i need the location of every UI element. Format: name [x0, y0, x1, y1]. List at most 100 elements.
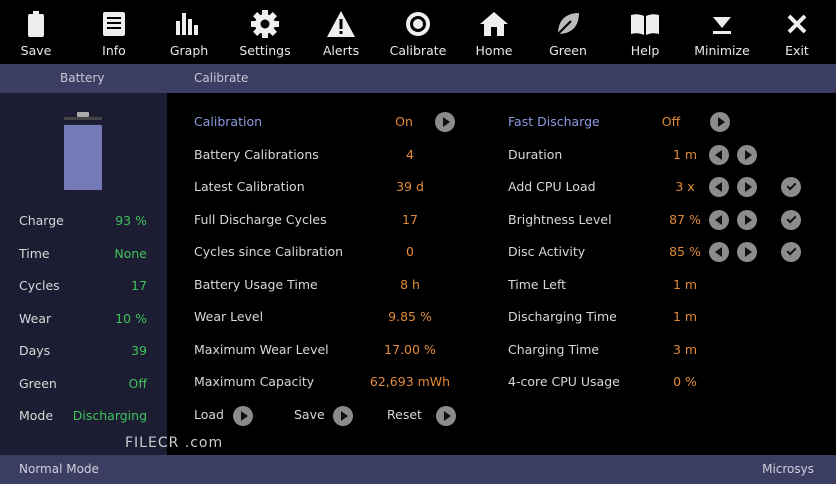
calibrate-value: 4 [406, 146, 414, 162]
save-button[interactable] [333, 406, 353, 426]
stat-charge: Charge 93 % [19, 213, 147, 228]
calibrate-label: Maximum Wear Level [194, 341, 329, 357]
stat-green: Green Off [19, 376, 147, 391]
calibrate-value: 17 [402, 211, 418, 227]
increase-button[interactable] [737, 242, 757, 262]
discharge-label: Add CPU Load [508, 179, 596, 194]
discharge-label: 4-core CPU Usage [508, 374, 620, 389]
tab-battery[interactable]: Battery [60, 71, 104, 85]
enable-checkbox[interactable] [781, 242, 801, 262]
toolbar-calibrate-button[interactable]: Calibrate [380, 0, 456, 64]
load-label: Load [194, 407, 224, 422]
toolbar-minimize-button[interactable]: Minimize [684, 0, 760, 64]
status-bar: Normal Mode Microsys [0, 455, 836, 484]
decrease-button[interactable] [709, 209, 729, 230]
tab-calibrate[interactable]: Calibrate [194, 71, 248, 85]
discharge-value: 1 m [672, 276, 698, 292]
decrease-button[interactable] [709, 144, 729, 165]
stat-value: 10 % [115, 310, 147, 326]
reset-button[interactable] [436, 406, 456, 426]
close-icon [759, 10, 835, 38]
target-icon [380, 10, 456, 38]
increase-button[interactable] [737, 177, 757, 197]
check-icon [786, 245, 796, 256]
warning-icon [303, 10, 379, 38]
play-icon [744, 214, 752, 225]
enable-checkbox[interactable] [781, 177, 801, 197]
discharge-label: Brightness Level [508, 211, 612, 227]
stat-label: Cycles [19, 278, 60, 293]
calibrate-label: Latest Calibration [194, 179, 305, 194]
discharge-label: Duration [508, 146, 563, 162]
stat-wear: Wear 10 % [19, 311, 147, 326]
back-icon [714, 182, 722, 192]
back-icon [714, 214, 722, 225]
back-icon [714, 149, 722, 160]
toolbar-info-button[interactable]: Info [76, 0, 152, 64]
battery-panel: Charge 93 % Time None Cycles 17 Wear 10 % Days 39… [0, 93, 167, 455]
decrease-button[interactable] [709, 242, 729, 262]
back-icon [714, 247, 722, 257]
toolbar-help-button[interactable]: Help [607, 0, 683, 64]
toolbar-home-button[interactable]: Home [456, 0, 532, 64]
toolbar-exit-button[interactable]: Exit [759, 0, 835, 64]
stat-value: 93 % [115, 213, 147, 228]
toolbar-save-button[interactable]: Save [0, 0, 74, 64]
increase-button[interactable] [737, 144, 757, 165]
minimize-icon [684, 10, 760, 38]
stat-days: Days 39 [19, 343, 147, 358]
calibrate-value: 0 [406, 244, 414, 259]
stat-label: Mode [19, 408, 54, 423]
calibrate-label: Battery Calibrations [194, 146, 319, 162]
calibrate-label: Wear Level [194, 309, 264, 324]
play-icon [340, 411, 348, 421]
discharge-label: Time Left [508, 276, 567, 292]
play-icon [442, 117, 450, 127]
home-icon [456, 10, 532, 38]
play-icon [240, 411, 248, 421]
stat-label: Green [19, 375, 57, 391]
leaf-icon [530, 10, 606, 38]
fast-discharge-toggle-button[interactable] [710, 112, 730, 132]
enable-checkbox[interactable] [781, 209, 801, 230]
stat-value: Discharging [72, 408, 147, 423]
calibrate-label: Maximum Capacity [194, 374, 315, 389]
book-icon [607, 10, 683, 38]
calibration-toggle-button[interactable] [435, 112, 455, 132]
calibrate-value: 17.00 % [384, 341, 436, 357]
tab-bar: Battery Calibrate [0, 64, 836, 93]
stat-label: Time [19, 245, 50, 261]
calibrate-value: 9.85 % [388, 309, 432, 324]
play-icon [744, 247, 752, 257]
decrease-button[interactable] [709, 177, 729, 197]
toolbar-settings-button[interactable]: Settings [227, 0, 303, 64]
load-button[interactable] [233, 406, 253, 426]
bar-chart-icon [151, 10, 227, 38]
play-icon [744, 149, 752, 160]
toolbar-graph-button[interactable]: Graph [151, 0, 227, 64]
gear-icon [227, 10, 303, 38]
brand-label: Microsys [762, 462, 814, 476]
discharge-value: 0 % [673, 374, 697, 389]
save-label: Save [294, 407, 325, 422]
battery-icon [0, 10, 74, 38]
stat-value: 39 [131, 343, 147, 358]
stat-label: Charge [19, 213, 64, 228]
toolbar-alerts-button[interactable]: Alerts [303, 0, 379, 64]
calibrate-label[interactable]: Calibration [194, 114, 262, 129]
discharge-label: Disc Activity [508, 244, 586, 259]
discharge-value: 3 m [672, 341, 698, 357]
play-icon [443, 411, 451, 421]
discharge-label[interactable]: Fast Discharge [508, 114, 600, 129]
toolbar-green-button[interactable]: Green [530, 0, 606, 64]
stat-label: Wear [19, 310, 52, 326]
calibrate-label: Cycles since Calibration [194, 244, 344, 259]
play-icon [744, 182, 752, 192]
increase-button[interactable] [737, 209, 757, 230]
calibrate-label: Battery Usage Time [194, 276, 318, 292]
toolbar: Save Info Graph Settings Alerts Calibrat… [0, 0, 836, 64]
reset-label: Reset [387, 407, 422, 422]
stat-label: Days [19, 343, 51, 358]
check-icon [786, 180, 796, 191]
mode-status: Normal Mode [19, 462, 99, 476]
